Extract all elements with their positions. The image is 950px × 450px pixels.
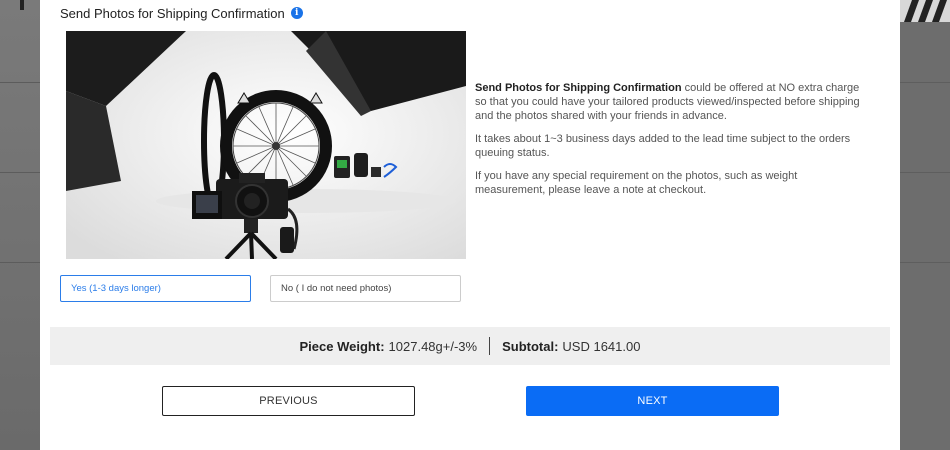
shipping-photos-modal: Send Photos for Shipping Confirmation i <box>40 0 900 450</box>
subtotal-value: USD 1641.00 <box>562 338 641 354</box>
piece-weight-label: Piece Weight: <box>299 338 385 354</box>
previous-button[interactable]: PREVIOUS <box>162 386 415 416</box>
option-no-label: No ( I do not need photos) <box>281 283 392 294</box>
piece-weight-value: 1027.48g+/-3% <box>388 338 478 354</box>
info-icon[interactable]: i <box>290 7 303 19</box>
background-left-mark <box>20 0 24 10</box>
modal-title: Send Photos for Shipping Confirmation <box>60 5 285 21</box>
subtotal-label: Subtotal: <box>502 338 559 354</box>
summary-divider <box>489 337 491 355</box>
description-paragraph-3: If you have any special requirement on t… <box>475 170 798 196</box>
background-page-right <box>900 0 950 450</box>
product-photo-studio-image <box>66 31 466 259</box>
order-summary-bar: Piece Weight: 1027.48g+/-3% Subtotal: US… <box>50 327 890 365</box>
background-thumbnail <box>900 0 950 22</box>
option-no-photos[interactable]: No ( I do not need photos) <box>270 275 461 302</box>
description-paragraph-1: Send Photos for Shipping Confirmation co… <box>475 81 870 123</box>
description-bold-lead: Send Photos for Shipping Confirmation <box>475 82 682 94</box>
option-yes-photos[interactable]: Yes (1-3 days longer) <box>60 275 251 302</box>
modal-header: Send Photos for Shipping Confirmation i <box>60 4 303 22</box>
description-text: Send Photos for Shipping Confirmation co… <box>475 81 870 206</box>
next-button[interactable]: NEXT <box>526 386 779 416</box>
description-paragraph-2: It takes about 1~3 business days added t… <box>475 133 851 159</box>
background-page-left <box>0 0 40 450</box>
option-yes-label: Yes (1-3 days longer) <box>71 283 161 294</box>
